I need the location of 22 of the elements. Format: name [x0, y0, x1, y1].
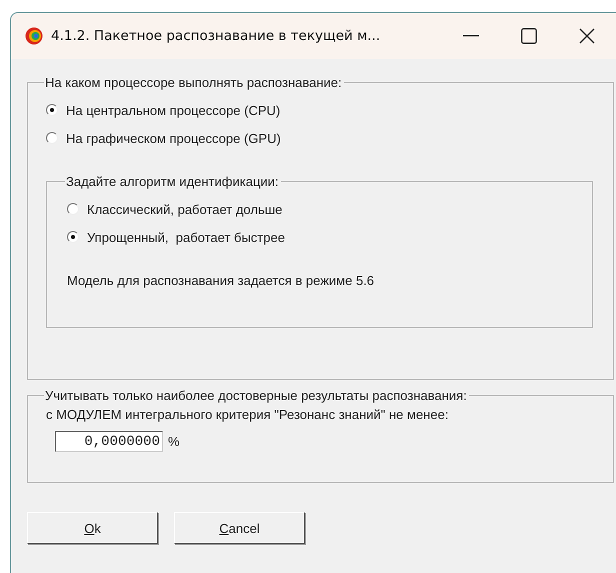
- radio-button[interactable]: [46, 104, 58, 116]
- ok-button[interactable]: Ok: [27, 512, 158, 544]
- value-field[interactable]: 0,0000000: [55, 431, 163, 452]
- radio-button[interactable]: [67, 231, 79, 243]
- cancel-button[interactable]: Cancel: [174, 512, 305, 544]
- option-label: Классический, работает дольше: [87, 202, 282, 216]
- radio-button[interactable]: [67, 203, 79, 215]
- option-label: Упрощенный, работает быстрее: [87, 230, 285, 244]
- group-title: На каком процессоре выполнять распознавание:: [44, 75, 343, 90]
- unit-label: %: [168, 434, 180, 449]
- option-label: На центральном процессоре (CPU): [66, 102, 280, 118]
- group-title: Задайте алгоритм идентификации:: [65, 174, 280, 189]
- caption-text: с МОДУЛЕМ интегрального критерия "Резонанс знаний" не менее:: [46, 407, 450, 422]
- app-logo-icon: [25, 27, 43, 45]
- group-title: Учитывать только наиболее достоверные результаты распознавания:: [44, 388, 468, 403]
- close-icon: [579, 28, 595, 44]
- window-title: 4.1.2. Пакетное распознавание в текущей м...: [51, 28, 382, 44]
- maximize-icon: [521, 28, 537, 44]
- note-text: Модель для распознавания задается в режиме 5.6: [67, 273, 376, 288]
- radio-button[interactable]: [46, 132, 58, 144]
- option-label: На графическом процессоре (GPU): [66, 130, 281, 146]
- minimize-icon: [463, 35, 479, 37]
